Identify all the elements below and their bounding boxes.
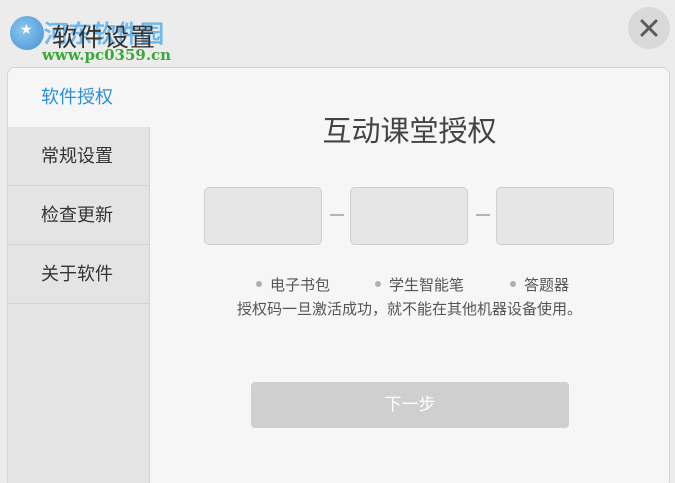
- device-label: 答题器: [524, 276, 570, 294]
- license-code-field-1[interactable]: [204, 187, 322, 245]
- list-item: 学生智能笔: [375, 274, 464, 295]
- close-icon: [640, 19, 658, 37]
- close-button[interactable]: [628, 7, 670, 49]
- bullet-dot-icon: [375, 280, 381, 287]
- sidebar-item-check-update[interactable]: 检查更新: [8, 186, 149, 245]
- license-notice: 授权码一旦激活成功，就不能在其他机器设备使用。: [236, 300, 582, 318]
- bullet-dot-icon: [256, 280, 262, 287]
- site-logo-icon: [10, 16, 44, 50]
- next-step-button[interactable]: 下一步: [251, 382, 569, 428]
- device-label: 电子书包: [270, 276, 331, 294]
- settings-window: 河东软件园 www.pc0359.cn 软件设置 软件授权 常规设置 检查更新 …: [0, 0, 675, 483]
- bullet-dot-icon: [510, 280, 516, 287]
- window-title: 软件设置: [52, 23, 157, 52]
- license-content: 互动课堂授权 电子书包 学生智能笔 答题器 授权码一旦激活成功，就不能在其他机器…: [150, 68, 669, 483]
- sidebar-item-general[interactable]: 常规设置: [8, 127, 149, 186]
- device-label: 学生智能笔: [389, 276, 465, 294]
- license-code-field-2[interactable]: [350, 187, 468, 245]
- code-separator: [330, 214, 344, 216]
- list-item: 电子书包: [256, 274, 330, 295]
- list-item: 答题器: [510, 274, 569, 295]
- sidebar-item-license[interactable]: 软件授权: [8, 68, 150, 127]
- sidebar: 软件授权 常规设置 检查更新 关于软件: [8, 68, 150, 483]
- license-code-field-3[interactable]: [496, 187, 614, 245]
- sidebar-item-about[interactable]: 关于软件: [8, 245, 149, 304]
- page-title: 互动课堂授权: [322, 114, 497, 148]
- code-separator: [476, 214, 490, 216]
- settings-panel: 软件授权 常规设置 检查更新 关于软件 互动课堂授权 电子书包 学生智能笔 答题…: [7, 67, 670, 483]
